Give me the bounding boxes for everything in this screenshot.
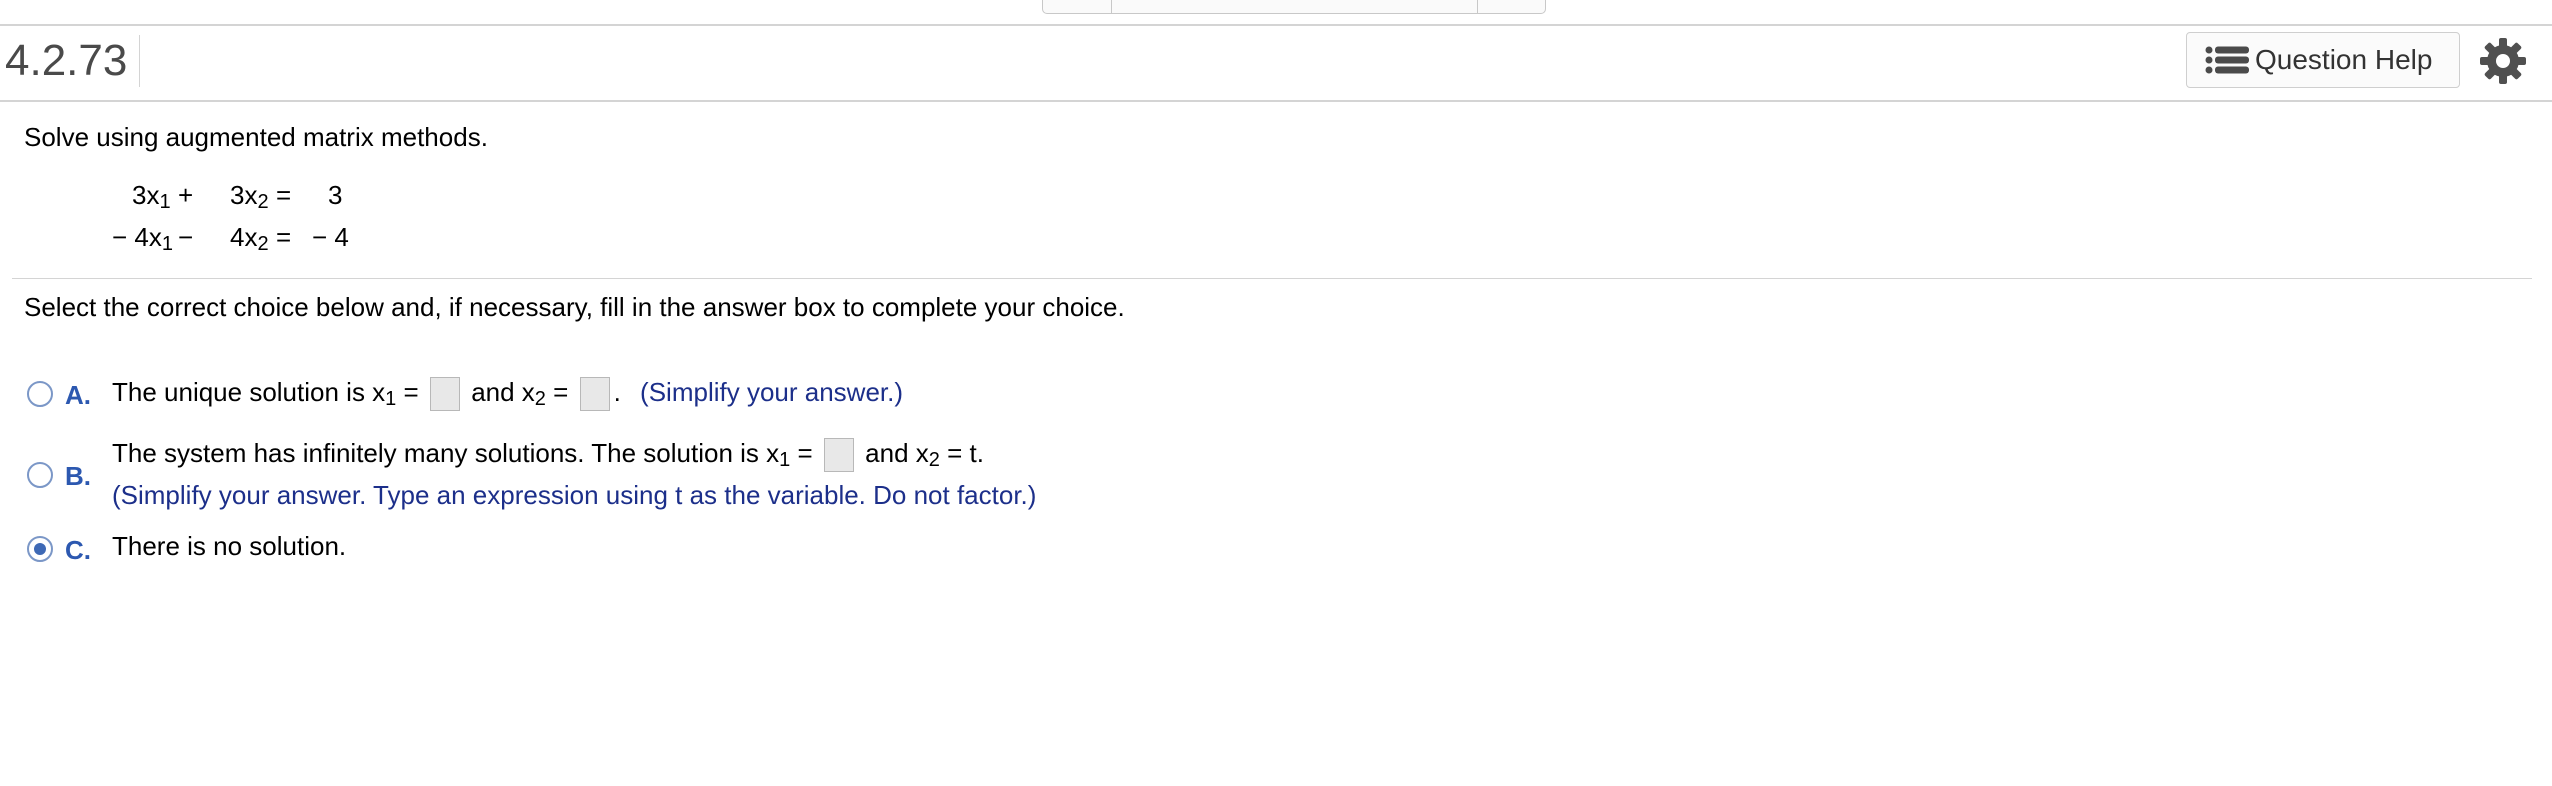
choice-b-hint: (Simplify your answer. Type an expressio…: [112, 480, 1037, 510]
equation-2-equals: =: [276, 222, 292, 252]
equation-1-term-1: 3x1: [132, 180, 171, 213]
choice-a-x2-answer-box[interactable]: [579, 377, 610, 412]
choice-c-radio[interactable]: [27, 536, 53, 562]
choice-a-radio[interactable]: [27, 381, 53, 407]
tab-divider: [1477, 0, 1478, 13]
choice-a-x1-answer-box[interactable]: [429, 377, 460, 412]
equation-2-rhs: − 4: [312, 222, 349, 252]
top-toolbar-strip: [0, 0, 2552, 26]
question-header: 4.2.73 Question Help: [0, 24, 2552, 102]
choice-a-text: The unique solution is x1 = and x2 = . (…: [112, 377, 904, 412]
choice-a-hint: (Simplify your answer.): [640, 377, 904, 407]
section-divider: [12, 278, 2532, 279]
choice-c-letter: C.: [65, 535, 91, 565]
equation-2-term-2: 4x2: [230, 222, 269, 255]
equation-2-term-1: − 4x1: [112, 222, 173, 255]
choice-b-x1-answer-box[interactable]: [823, 438, 854, 473]
choice-prompt: Select the correct choice below and, if …: [24, 292, 1125, 322]
top-tab-group[interactable]: [1042, 0, 1546, 14]
question-number: 4.2.73: [5, 35, 141, 87]
gear-icon[interactable]: [2478, 36, 2528, 86]
equation-1-rhs: 3: [328, 180, 343, 210]
choice-c-text: There is no solution.: [112, 531, 347, 561]
choice-b-letter: B.: [65, 461, 91, 491]
problem-instruction: Solve using augmented matrix methods.: [24, 122, 488, 152]
equation-1-equals: =: [276, 180, 292, 210]
choice-b-text: The system has infinitely many solutions…: [112, 438, 984, 473]
equation-1-term-2: 3x2: [230, 180, 269, 213]
tab-divider: [1111, 0, 1112, 13]
equation-1-operator: +: [178, 180, 194, 210]
list-icon: [2205, 46, 2249, 74]
equation-2-operator: −: [178, 222, 194, 252]
question-help-button[interactable]: Question Help: [2186, 32, 2460, 88]
question-help-label: Question Help: [2255, 44, 2433, 75]
choice-a-letter: A.: [65, 380, 91, 410]
choice-b-radio[interactable]: [27, 462, 53, 488]
